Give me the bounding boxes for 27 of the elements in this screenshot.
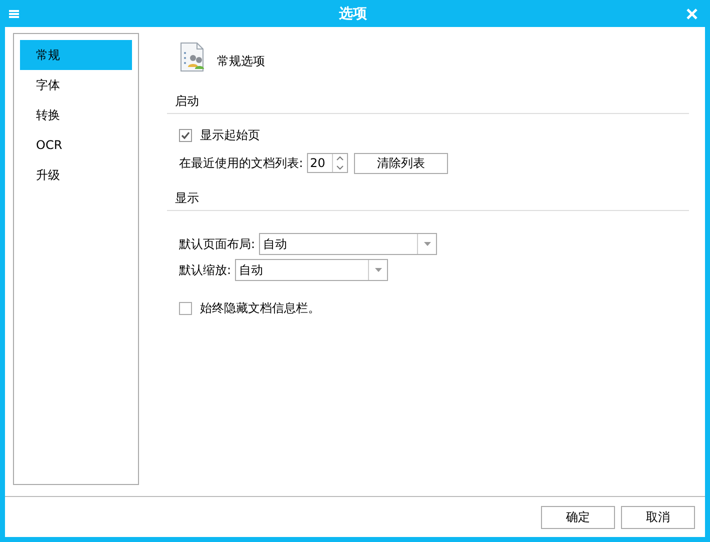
section-heading: 启动	[167, 91, 689, 114]
window-title: 选项	[338, 4, 368, 22]
caret-icon	[424, 242, 431, 246]
number-spinner[interactable]: 20	[307, 153, 348, 173]
checkbox[interactable]	[179, 302, 192, 314]
ok-button[interactable]: 确定	[541, 506, 615, 528]
page-title: 常规选项	[217, 52, 265, 70]
cancel-button[interactable]: 取消	[621, 506, 695, 528]
checkbox-label: 显示起始页	[200, 126, 260, 144]
sidebar-item[interactable]: 字体	[20, 70, 132, 100]
field-label: 默认缩放:	[179, 262, 232, 278]
checkbox[interactable]	[179, 128, 192, 142]
dropdown[interactable]: 自动	[259, 233, 438, 255]
menu-icon[interactable]	[8, 8, 20, 20]
sidebar-item[interactable]: OCR	[20, 130, 132, 160]
clear-list-button[interactable]: 清除列表	[354, 152, 448, 174]
sidebar-item[interactable]: 升级	[20, 160, 132, 190]
caret-icon	[374, 268, 382, 272]
close-icon[interactable]	[686, 8, 698, 20]
field-label: 在最近使用的文档列表:	[179, 154, 304, 172]
sidebar-item[interactable]: 常规	[20, 40, 132, 70]
field-label: 默认页面布局:	[179, 236, 256, 252]
document-users-icon	[179, 42, 207, 72]
section-heading: 显示	[167, 188, 689, 211]
checkbox-label: 始终隐藏文档信息栏。	[200, 300, 320, 316]
sidebar-item[interactable]: 转换	[20, 100, 132, 130]
dropdown[interactable]: 自动	[235, 259, 388, 281]
